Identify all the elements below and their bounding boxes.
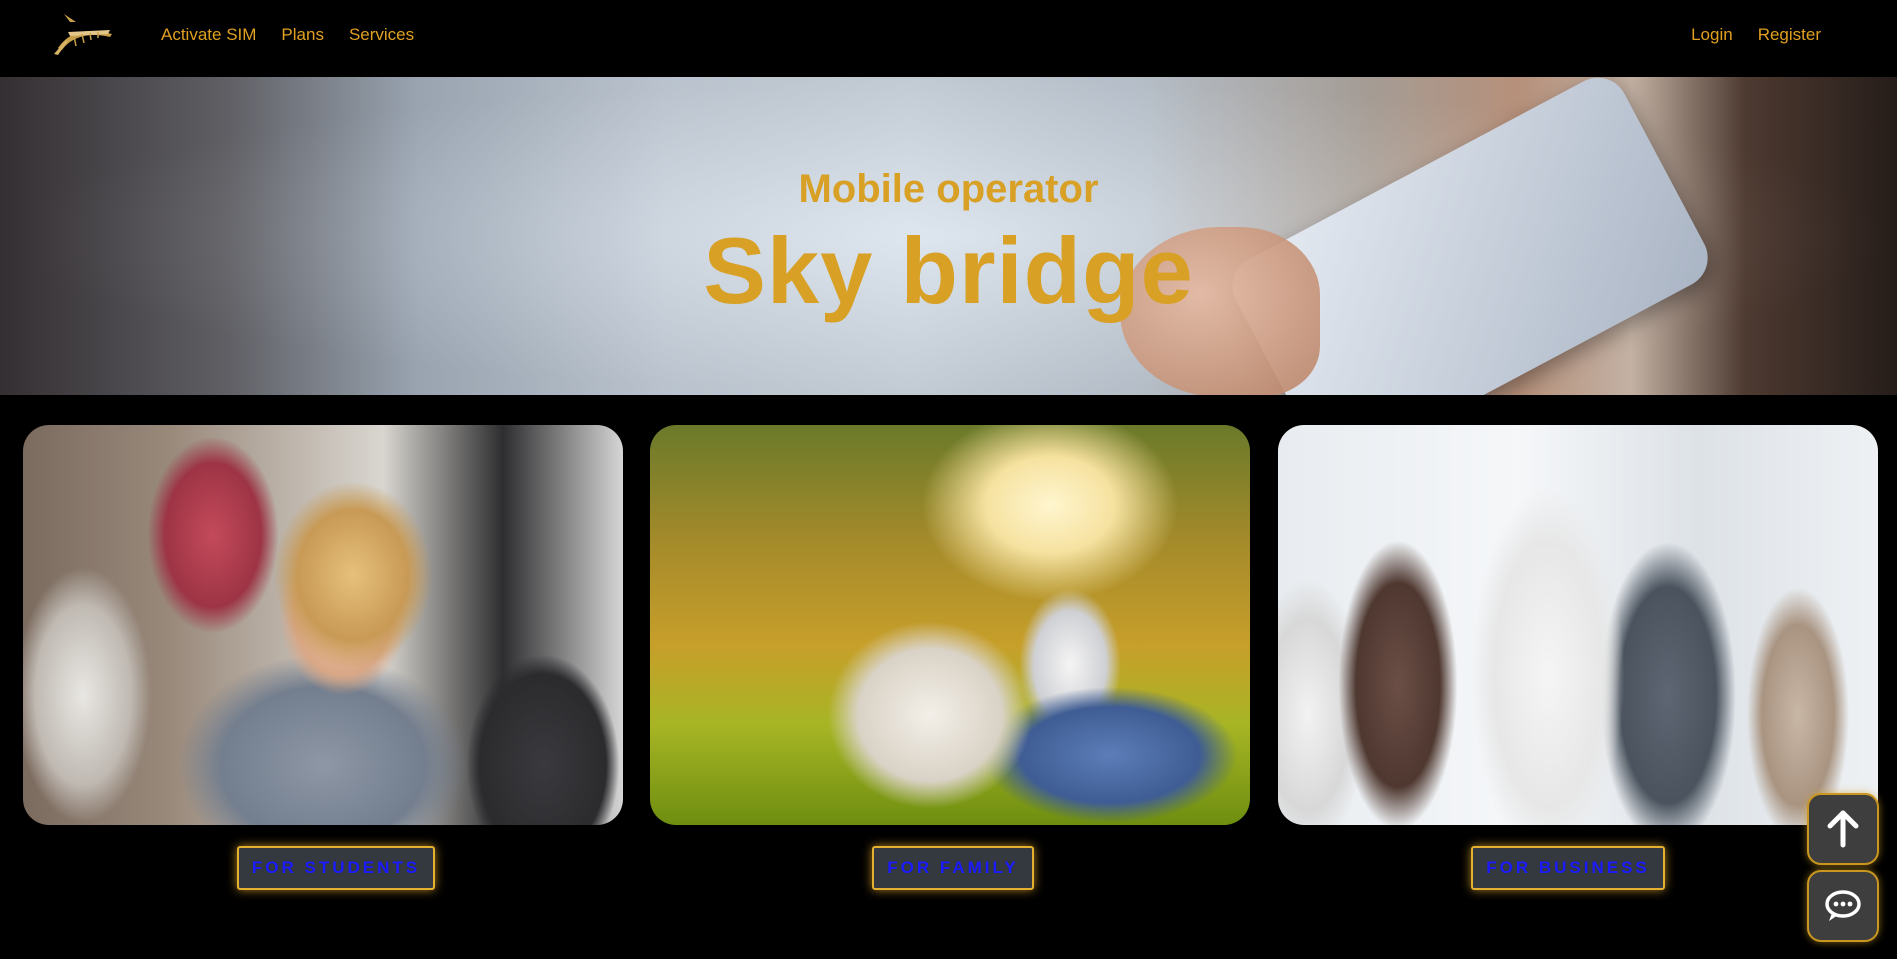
hero-title: Sky bridge xyxy=(703,218,1194,323)
hero-banner: Mobile operator Sky bridge xyxy=(0,77,1897,395)
for-business-button[interactable]: FOR BUSINESS xyxy=(1471,846,1665,890)
nav-right: Login Register xyxy=(1691,0,1821,70)
nav-left: Activate SIM Plans Services xyxy=(161,0,414,70)
students-photo[interactable] xyxy=(23,425,623,825)
arrow-up-icon xyxy=(1827,810,1859,848)
nav-register[interactable]: Register xyxy=(1758,25,1821,45)
scroll-to-top-button[interactable] xyxy=(1807,793,1879,865)
chat-button[interactable] xyxy=(1807,870,1879,942)
bridge-logo-icon xyxy=(54,14,112,55)
nav-login[interactable]: Login xyxy=(1691,25,1733,45)
nav-plans[interactable]: Plans xyxy=(281,25,324,45)
family-photo[interactable] xyxy=(650,425,1250,825)
nav-activate-sim[interactable]: Activate SIM xyxy=(161,25,256,45)
for-family-button[interactable]: FOR FAMILY xyxy=(872,846,1034,890)
navbar: Activate SIM Plans Services Login Regist… xyxy=(0,0,1897,77)
nav-services[interactable]: Services xyxy=(349,25,414,45)
business-photo[interactable] xyxy=(1278,425,1878,825)
logo[interactable] xyxy=(50,10,116,60)
hero-subtitle: Mobile operator xyxy=(798,167,1099,211)
chat-icon xyxy=(1825,890,1861,921)
for-students-button[interactable]: FOR STUDENTS xyxy=(237,846,435,890)
